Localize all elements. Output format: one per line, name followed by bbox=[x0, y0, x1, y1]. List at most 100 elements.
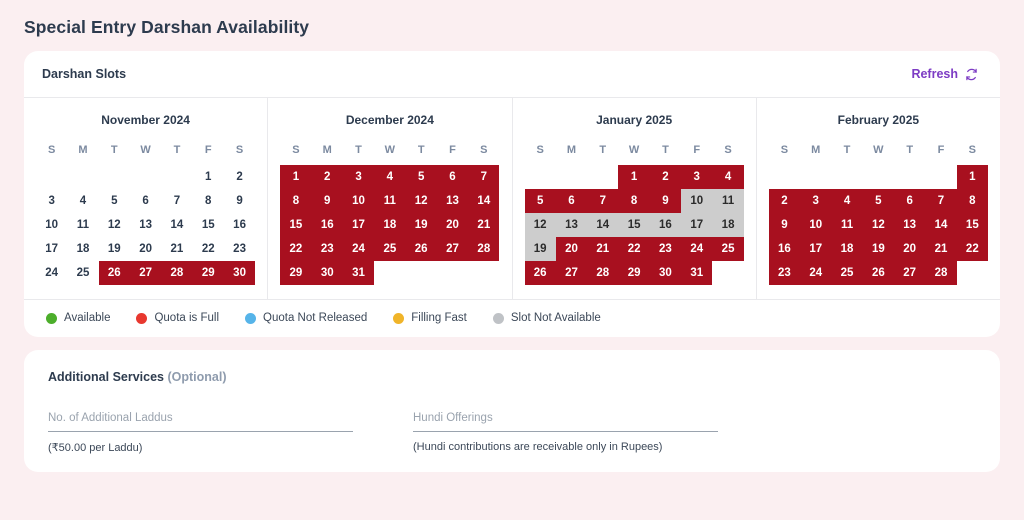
calendar-day[interactable]: 6 bbox=[436, 165, 469, 189]
calendar-day[interactable]: 22 bbox=[193, 237, 224, 261]
calendar-day[interactable]: 2 bbox=[311, 165, 343, 189]
calendar-day[interactable]: 13 bbox=[130, 213, 161, 237]
calendar-day[interactable]: 15 bbox=[280, 213, 312, 237]
calendar-day[interactable]: 17 bbox=[800, 237, 832, 261]
calendar-day[interactable]: 3 bbox=[800, 189, 832, 213]
calendar-day[interactable]: 14 bbox=[468, 189, 500, 213]
calendar-day[interactable]: 16 bbox=[224, 213, 255, 237]
calendar-day[interactable]: 2 bbox=[768, 189, 801, 213]
calendar-day[interactable]: 11 bbox=[831, 213, 863, 237]
calendar-day[interactable]: 29 bbox=[192, 261, 224, 285]
calendar-day[interactable]: 11 bbox=[712, 189, 744, 213]
calendar-day[interactable]: 26 bbox=[98, 261, 130, 285]
calendar-day[interactable]: 25 bbox=[67, 261, 98, 285]
calendar-day[interactable]: 23 bbox=[224, 237, 255, 261]
calendar-day[interactable]: 5 bbox=[405, 165, 437, 189]
calendar-day[interactable]: 14 bbox=[925, 213, 957, 237]
calendar-day[interactable]: 19 bbox=[99, 237, 130, 261]
calendar-day[interactable]: 27 bbox=[555, 261, 588, 285]
calendar-day[interactable]: 10 bbox=[681, 189, 713, 213]
calendar-day[interactable]: 14 bbox=[587, 213, 619, 237]
calendar-day[interactable]: 19 bbox=[405, 213, 437, 237]
calendar-day[interactable]: 26 bbox=[405, 237, 437, 261]
calendar-day[interactable]: 30 bbox=[649, 261, 682, 285]
calendar-day[interactable]: 3 bbox=[342, 165, 375, 189]
calendar-day[interactable]: 8 bbox=[618, 189, 650, 213]
calendar-day[interactable]: 29 bbox=[618, 261, 650, 285]
calendar-day[interactable]: 13 bbox=[894, 213, 926, 237]
calendar-day[interactable]: 26 bbox=[862, 261, 895, 285]
calendar-day[interactable]: 5 bbox=[862, 189, 895, 213]
calendar-day[interactable]: 23 bbox=[311, 237, 343, 261]
calendar-day[interactable]: 17 bbox=[681, 213, 713, 237]
calendar-day[interactable]: 23 bbox=[768, 261, 801, 285]
calendar-day[interactable]: 19 bbox=[524, 237, 556, 261]
calendar-day[interactable]: 22 bbox=[956, 237, 988, 261]
calendar-day[interactable]: 26 bbox=[524, 261, 556, 285]
calendar-day[interactable]: 1 bbox=[193, 165, 224, 189]
calendar-day[interactable]: 16 bbox=[649, 213, 682, 237]
calendar-day[interactable]: 21 bbox=[925, 237, 957, 261]
calendar-day[interactable]: 9 bbox=[768, 213, 801, 237]
calendar-day[interactable]: 25 bbox=[374, 237, 406, 261]
hundi-input[interactable] bbox=[413, 412, 718, 432]
calendar-day[interactable]: 13 bbox=[436, 189, 469, 213]
calendar-day[interactable]: 20 bbox=[436, 213, 469, 237]
calendar-day[interactable]: 19 bbox=[862, 237, 895, 261]
calendar-day[interactable]: 4 bbox=[712, 165, 744, 189]
calendar-day[interactable]: 18 bbox=[374, 213, 406, 237]
calendar-day[interactable]: 25 bbox=[831, 261, 863, 285]
calendar-day[interactable]: 12 bbox=[524, 213, 556, 237]
calendar-day[interactable]: 23 bbox=[649, 237, 682, 261]
calendar-day[interactable]: 31 bbox=[681, 261, 713, 285]
calendar-day[interactable]: 3 bbox=[681, 165, 713, 189]
calendar-day[interactable]: 4 bbox=[831, 189, 863, 213]
calendar-day[interactable]: 4 bbox=[374, 165, 406, 189]
calendar-day[interactable]: 1 bbox=[280, 165, 312, 189]
calendar-day[interactable]: 27 bbox=[894, 261, 926, 285]
calendar-day[interactable]: 1 bbox=[618, 165, 650, 189]
calendar-day[interactable]: 21 bbox=[161, 237, 192, 261]
calendar-day[interactable]: 27 bbox=[129, 261, 162, 285]
calendar-day[interactable]: 10 bbox=[342, 189, 375, 213]
calendar-day[interactable]: 28 bbox=[587, 261, 619, 285]
calendar-day[interactable]: 15 bbox=[956, 213, 988, 237]
calendar-day[interactable]: 17 bbox=[36, 237, 67, 261]
calendar-day[interactable]: 13 bbox=[555, 213, 588, 237]
calendar-day[interactable]: 6 bbox=[130, 189, 161, 213]
calendar-day[interactable]: 7 bbox=[587, 189, 619, 213]
calendar-day[interactable]: 22 bbox=[618, 237, 650, 261]
calendar-day[interactable]: 16 bbox=[311, 213, 343, 237]
calendar-day[interactable]: 6 bbox=[555, 189, 588, 213]
calendar-day[interactable]: 4 bbox=[67, 189, 98, 213]
calendar-day[interactable]: 10 bbox=[800, 213, 832, 237]
calendar-day[interactable]: 5 bbox=[99, 189, 130, 213]
calendar-day[interactable]: 28 bbox=[925, 261, 957, 285]
calendar-day[interactable]: 24 bbox=[342, 237, 375, 261]
calendar-day[interactable]: 15 bbox=[193, 213, 224, 237]
calendar-day[interactable]: 22 bbox=[280, 237, 312, 261]
calendar-day[interactable]: 11 bbox=[67, 213, 98, 237]
calendar-day[interactable]: 18 bbox=[67, 237, 98, 261]
calendar-day[interactable]: 24 bbox=[800, 261, 832, 285]
calendar-day[interactable]: 11 bbox=[374, 189, 406, 213]
calendar-day[interactable]: 20 bbox=[555, 237, 588, 261]
calendar-day[interactable]: 30 bbox=[311, 261, 343, 285]
refresh-button[interactable]: Refresh bbox=[911, 67, 978, 81]
calendar-day[interactable]: 7 bbox=[468, 165, 500, 189]
calendar-day[interactable]: 8 bbox=[193, 189, 224, 213]
calendar-day[interactable]: 9 bbox=[224, 189, 255, 213]
calendar-day[interactable]: 18 bbox=[831, 237, 863, 261]
calendar-day[interactable]: 21 bbox=[587, 237, 619, 261]
calendar-day[interactable]: 28 bbox=[468, 237, 500, 261]
calendar-day[interactable]: 15 bbox=[618, 213, 650, 237]
laddus-input[interactable] bbox=[48, 412, 353, 432]
calendar-day[interactable]: 16 bbox=[768, 237, 801, 261]
calendar-day[interactable]: 1 bbox=[956, 165, 988, 189]
calendar-day[interactable]: 9 bbox=[649, 189, 682, 213]
calendar-day[interactable]: 8 bbox=[280, 189, 312, 213]
calendar-day[interactable]: 29 bbox=[280, 261, 312, 285]
calendar-day[interactable]: 28 bbox=[161, 261, 193, 285]
calendar-day[interactable]: 18 bbox=[712, 213, 744, 237]
calendar-day[interactable]: 3 bbox=[36, 189, 67, 213]
